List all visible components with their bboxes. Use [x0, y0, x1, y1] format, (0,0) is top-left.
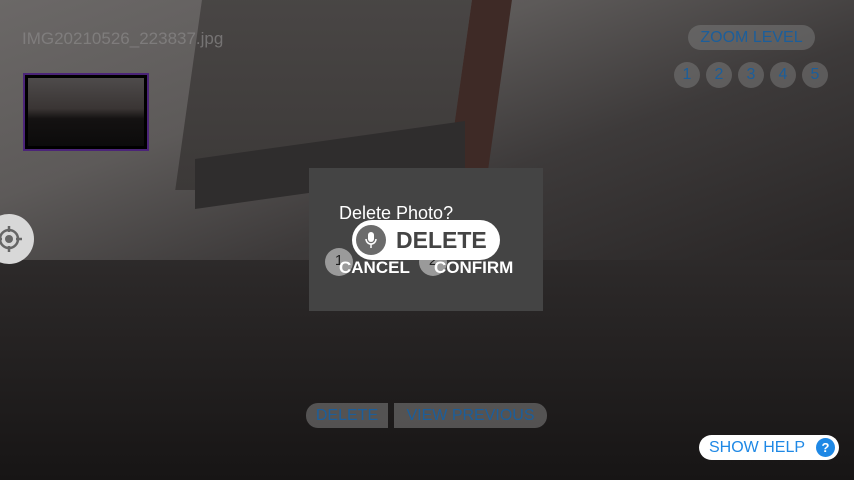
help-icon: ?: [816, 438, 835, 457]
voice-command-indicator: DELETE: [352, 220, 500, 260]
zoom-level-4[interactable]: 4: [770, 62, 796, 88]
zoom-level-3[interactable]: 3: [738, 62, 764, 88]
voice-command-text: DELETE: [396, 226, 487, 253]
zoom-level-5[interactable]: 5: [802, 62, 828, 88]
filename: IMG20210526_223837.jpg: [22, 29, 224, 48]
cancel-button[interactable]: CANCEL: [339, 258, 410, 278]
zoom-level-1[interactable]: 1: [674, 62, 700, 88]
confirm-button[interactable]: CONFIRM: [434, 258, 513, 278]
show-help-label: SHOW HELP: [709, 439, 806, 456]
delete-button[interactable]: DELETE: [306, 403, 388, 428]
zoom-level-2[interactable]: 2: [706, 62, 732, 88]
zoom-level-label: ZOOM LEVEL: [688, 25, 815, 50]
microphone-icon: [356, 225, 386, 255]
show-help-button[interactable]: SHOW HELP ?: [699, 435, 839, 460]
view-previous-button[interactable]: VIEW PREVIOUS: [394, 403, 547, 428]
thumbnail[interactable]: [23, 73, 149, 151]
